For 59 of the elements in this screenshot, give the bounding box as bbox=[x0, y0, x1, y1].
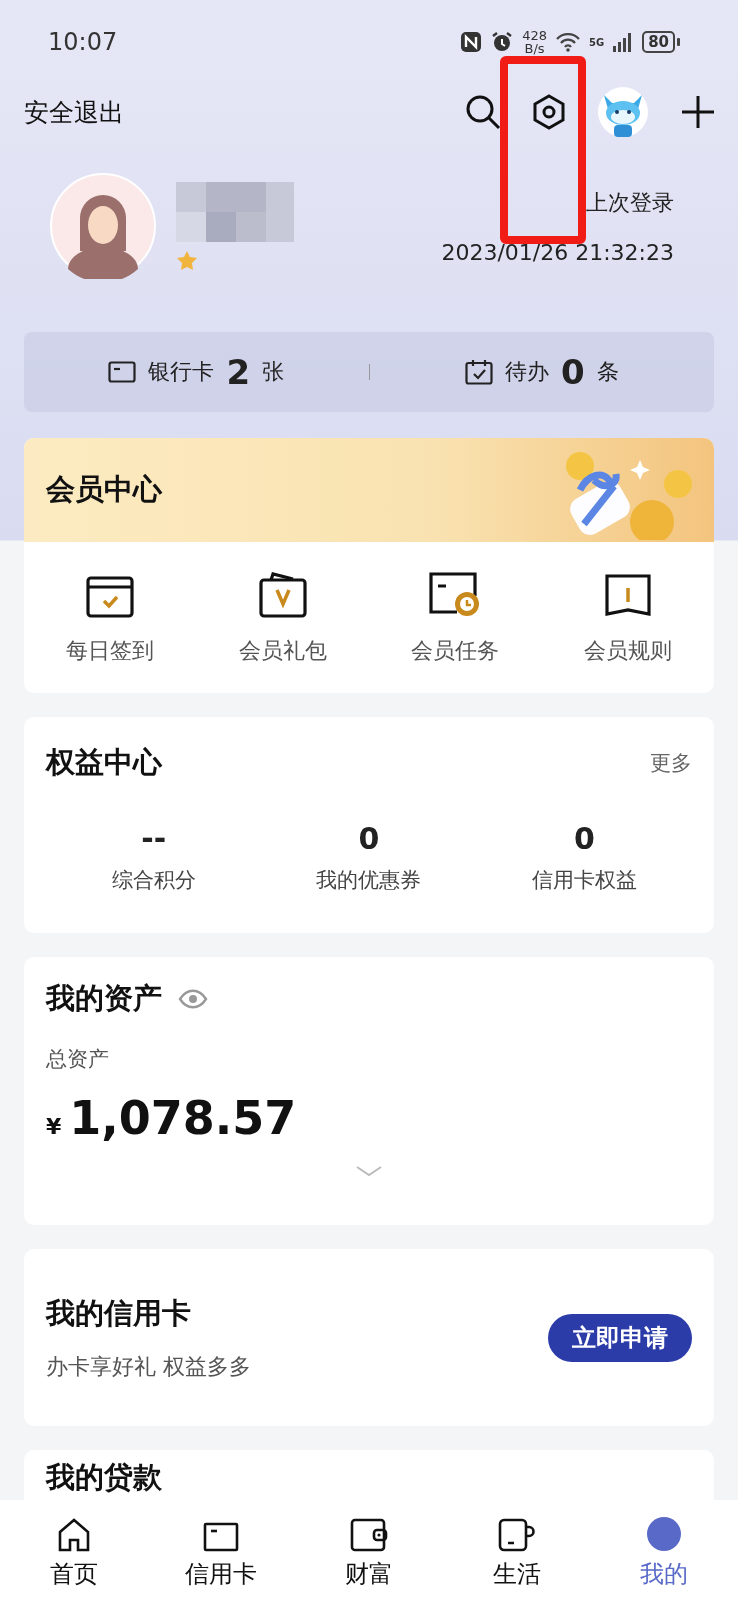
benefit-label[interactable]: 我的优惠券 bbox=[316, 866, 422, 894]
more-link[interactable]: 更多 bbox=[650, 749, 692, 777]
currency-symbol: ¥ bbox=[46, 1114, 62, 1139]
summary-label[interactable]: 银行卡 bbox=[148, 357, 215, 387]
wifi-icon bbox=[554, 32, 581, 52]
eye-icon[interactable] bbox=[178, 989, 208, 1009]
network-type: 5G bbox=[588, 36, 605, 48]
mug-icon bbox=[497, 1518, 536, 1552]
member-menu-item[interactable]: 每日签到 bbox=[66, 635, 155, 666]
calendar-check-icon bbox=[86, 575, 135, 618]
benefit-value: 0 bbox=[573, 821, 595, 856]
add-icon[interactable] bbox=[680, 94, 716, 130]
card-title: 我的资产 bbox=[46, 980, 162, 1017]
summary-unit: 条 bbox=[596, 358, 619, 386]
star-badge-icon bbox=[176, 250, 198, 270]
benefit-label[interactable]: 信用卡权益 bbox=[531, 866, 637, 894]
card-title: 我的信用卡 bbox=[46, 1294, 192, 1332]
member-menu-item[interactable]: 会员礼包 bbox=[238, 635, 327, 666]
last-login-label: 上次登录 bbox=[586, 188, 674, 217]
member-menu-item[interactable]: 会员规则 bbox=[583, 635, 672, 666]
summary-count: 0 bbox=[560, 352, 585, 392]
benefit-value: 0 bbox=[358, 821, 380, 856]
summary-count: 2 bbox=[226, 352, 251, 392]
nfc-icon bbox=[460, 31, 483, 53]
card-title: 我的贷款 bbox=[46, 1460, 162, 1494]
card-icon bbox=[108, 361, 137, 383]
settings-icon[interactable] bbox=[532, 94, 566, 130]
wallet-icon bbox=[258, 571, 307, 618]
total-assets-label: 总资产 bbox=[46, 1046, 110, 1073]
summary-unit: 张 bbox=[262, 358, 285, 386]
card-clock-icon bbox=[429, 571, 482, 618]
nav-tab[interactable]: 首页 bbox=[0, 1500, 148, 1600]
apply-button[interactable]: 立即申请 bbox=[548, 1313, 692, 1362]
search-icon[interactable] bbox=[464, 93, 502, 131]
profile-tab-icon bbox=[646, 1516, 683, 1552]
member-menu-item[interactable]: 会员任务 bbox=[411, 635, 500, 666]
book-icon bbox=[604, 573, 651, 618]
nav-tab[interactable]: 财富 bbox=[295, 1500, 443, 1600]
nav-tab[interactable]: 信用卡 bbox=[147, 1500, 296, 1600]
benefit-value: -- bbox=[141, 821, 167, 856]
card-subtitle: 办卡享好礼 权益多多 bbox=[46, 1352, 252, 1381]
last-login-time: 2023/01/26 21:32:23 bbox=[441, 239, 674, 265]
logout-link[interactable]: 安全退出 bbox=[24, 95, 464, 129]
clock-time: 10:07 bbox=[48, 28, 119, 56]
card-title: 权益中心 bbox=[46, 744, 162, 781]
network-speed: 428 B/s bbox=[522, 29, 547, 55]
avatar-icon[interactable] bbox=[50, 173, 156, 279]
wallet-icon bbox=[350, 1518, 388, 1552]
card-title: 会员中心 bbox=[46, 471, 162, 508]
summary-label[interactable]: 待办 bbox=[504, 357, 549, 387]
total-assets-amount: 1,078.57 bbox=[69, 1091, 297, 1145]
battery-level: 80 bbox=[642, 31, 675, 53]
calendar-check-icon bbox=[464, 359, 493, 385]
nav-tab[interactable]: 生活 bbox=[442, 1500, 591, 1600]
benefit-label[interactable]: 综合积分 bbox=[111, 866, 196, 894]
home-icon bbox=[56, 1518, 91, 1552]
nav-tab[interactable]: 我的 bbox=[590, 1500, 738, 1600]
mascot-icon[interactable] bbox=[596, 85, 650, 139]
card-icon bbox=[203, 1522, 240, 1552]
